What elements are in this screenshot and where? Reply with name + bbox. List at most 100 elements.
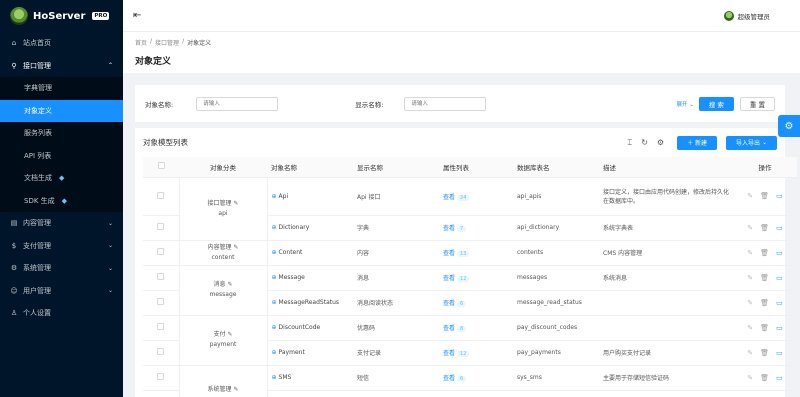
row-checkbox[interactable] xyxy=(157,273,165,280)
row-checkbox[interactable] xyxy=(157,373,165,380)
edit-icon[interactable]: ✎ xyxy=(747,324,753,332)
monitor-icon[interactable]: ▭ xyxy=(776,192,783,200)
view-properties-link[interactable]: 查看 xyxy=(443,225,455,232)
sidebar-item-1[interactable]: ⚲ 接口管理 ⌃ xyxy=(0,55,123,78)
col-db-table: 数据库表名 xyxy=(513,157,599,178)
sidebar-item-4[interactable]: ⚙ 系统管理 ⌄ xyxy=(0,257,123,280)
name-input[interactable] xyxy=(196,96,279,111)
monitor-icon[interactable]: ▭ xyxy=(776,324,783,332)
edit-icon[interactable]: ✎ xyxy=(233,244,238,251)
submenu-item-4[interactable]: 文档生成 ◆ xyxy=(0,167,123,190)
submenu-item-5[interactable]: SDK 生成 ◆ xyxy=(0,190,123,213)
edit-icon[interactable]: ✎ xyxy=(747,249,753,257)
display-input[interactable] xyxy=(404,96,487,111)
monitor-icon[interactable]: ▭ xyxy=(776,249,783,257)
new-button[interactable]: ＋ 新建 xyxy=(677,135,718,150)
view-properties-link[interactable]: 查看 xyxy=(443,375,455,382)
submenu-item-3[interactable]: API 列表 xyxy=(0,145,123,168)
app-name: HoServer xyxy=(33,10,86,22)
sidebar-item-5[interactable]: ☺ 用户管理 ⌄ xyxy=(0,280,123,303)
property-count-badge: 8 xyxy=(457,326,467,332)
category-key: api xyxy=(218,209,228,217)
edit-icon[interactable]: ✎ xyxy=(227,281,232,288)
edit-icon[interactable]: ✎ xyxy=(747,374,753,382)
submenu-item-label: SDK 生成 xyxy=(24,196,55,205)
sidebar-item-6[interactable]: ♙ 个人设置 xyxy=(0,302,123,325)
row-checkbox[interactable] xyxy=(157,298,165,305)
monitor-icon[interactable]: ▭ xyxy=(776,274,783,282)
submenu-item-2[interactable]: 服务列表 xyxy=(0,122,123,145)
settings-drawer-icon[interactable]: ⚙ xyxy=(778,115,800,137)
reset-button[interactable]: 重 置 xyxy=(739,96,775,111)
expand-link[interactable]: 展开 ⌄ xyxy=(676,100,693,108)
row-checkbox[interactable] xyxy=(157,248,165,255)
object-name-link[interactable]: ⊕ MessageReadStatus xyxy=(272,299,340,306)
delete-icon[interactable]: 🗑 xyxy=(760,324,769,332)
row-checkbox[interactable] xyxy=(157,323,165,330)
display-name: 服务端日志 xyxy=(353,390,439,397)
page-header: 首页 / 接口管理 / 对象定义 对象定义 xyxy=(123,32,800,73)
gear-icon[interactable]: ⚙ xyxy=(657,138,664,147)
delete-icon[interactable]: 🗑 xyxy=(760,249,769,257)
category-name: 系统管理 xyxy=(207,386,232,393)
object-name-link[interactable]: ⊕ DiscountCode xyxy=(272,324,321,331)
delete-icon[interactable]: 🗑 xyxy=(760,299,769,307)
sidebar-item-2[interactable]: ▤ 内容管理 ⌄ xyxy=(0,212,123,235)
edit-icon[interactable]: ✎ xyxy=(227,331,232,338)
edit-icon[interactable]: ✎ xyxy=(233,386,238,393)
monitor-icon[interactable]: ▭ xyxy=(776,299,783,307)
category-cell: 接口管理 ✎ api xyxy=(178,177,268,241)
submenu-item-1[interactable]: 对象定义 xyxy=(0,99,123,122)
search-button[interactable]: 搜 索 xyxy=(698,96,734,111)
col-display: 显示名称 xyxy=(353,157,439,178)
edit-icon[interactable]: ✎ xyxy=(747,224,753,232)
object-name-link[interactable]: ⊕ Payment xyxy=(272,349,305,356)
view-properties-link[interactable]: 查看 xyxy=(443,194,455,201)
menu-fold-icon[interactable]: ⇤ xyxy=(133,10,141,21)
delete-icon[interactable]: 🗑 xyxy=(760,224,769,232)
breadcrumb-home[interactable]: 首页 xyxy=(135,38,147,47)
col-description: 描述 xyxy=(599,157,733,178)
object-name-link[interactable]: ⊕ SMS xyxy=(272,374,292,381)
edit-icon[interactable]: ✎ xyxy=(747,274,753,282)
delete-icon[interactable]: 🗑 xyxy=(760,374,769,382)
breadcrumb-api[interactable]: 接口管理 xyxy=(155,38,179,47)
object-name-link[interactable]: ⊕ Content xyxy=(272,249,303,256)
user-menu[interactable]: 超级管理员 xyxy=(723,10,770,21)
object-name-link[interactable]: ⊕ Dictionary xyxy=(272,224,310,231)
object-name-link[interactable]: ⊕ Message xyxy=(272,274,305,281)
sidebar-item-0[interactable]: ⌂ 站点首页 xyxy=(0,32,123,55)
edit-icon[interactable]: ✎ xyxy=(747,192,753,200)
monitor-icon[interactable]: ▭ xyxy=(776,349,783,357)
reload-icon[interactable]: ↻ xyxy=(641,138,648,147)
chevron-down-icon: ⌄ xyxy=(107,287,113,295)
diamond-icon: ◆ xyxy=(59,174,65,183)
select-all-checkbox[interactable] xyxy=(157,162,165,170)
view-properties-link[interactable]: 查看 xyxy=(443,300,455,307)
category-cell: 内容管理 ✎ content xyxy=(178,240,268,266)
row-checkbox[interactable] xyxy=(157,348,165,355)
edit-icon[interactable]: ✎ xyxy=(747,299,753,307)
table-row: 接口管理 ✎ api ⊕ Api Api 接口 查看 24 api_apis 接口定义，接口由应… xyxy=(143,177,797,241)
import-export-button[interactable]: 导入导出 ⌄ xyxy=(726,135,777,150)
view-properties-link[interactable]: 查看 xyxy=(443,325,455,332)
edit-icon[interactable]: ✎ xyxy=(747,349,753,357)
view-properties-link[interactable]: 查看 xyxy=(443,250,455,257)
monitor-icon[interactable]: ▭ xyxy=(776,374,783,382)
delete-icon[interactable]: 🗑 xyxy=(760,274,769,282)
chevron-down-icon: ⌄ xyxy=(107,264,113,272)
row-checkbox[interactable] xyxy=(157,191,165,199)
monitor-icon[interactable]: ▭ xyxy=(776,224,783,232)
density-icon[interactable]: ⌶ xyxy=(627,138,632,148)
app-logo[interactable]: HoServer PRO xyxy=(0,0,123,32)
object-name-link[interactable]: ⊕ Api xyxy=(272,193,289,200)
sidebar-item-3[interactable]: $ 支付管理 ⌄ xyxy=(0,235,123,258)
submenu-item-0[interactable]: 字典管理 xyxy=(0,77,123,100)
delete-icon[interactable]: 🗑 xyxy=(760,192,769,200)
view-properties-link[interactable]: 查看 xyxy=(443,275,455,282)
row-checkbox[interactable] xyxy=(157,223,165,230)
category-cell: 系统管理 ✎ xyxy=(178,365,268,397)
view-properties-link[interactable]: 查看 xyxy=(443,350,455,357)
edit-icon[interactable]: ✎ xyxy=(233,200,238,207)
delete-icon[interactable]: 🗑 xyxy=(760,349,769,357)
